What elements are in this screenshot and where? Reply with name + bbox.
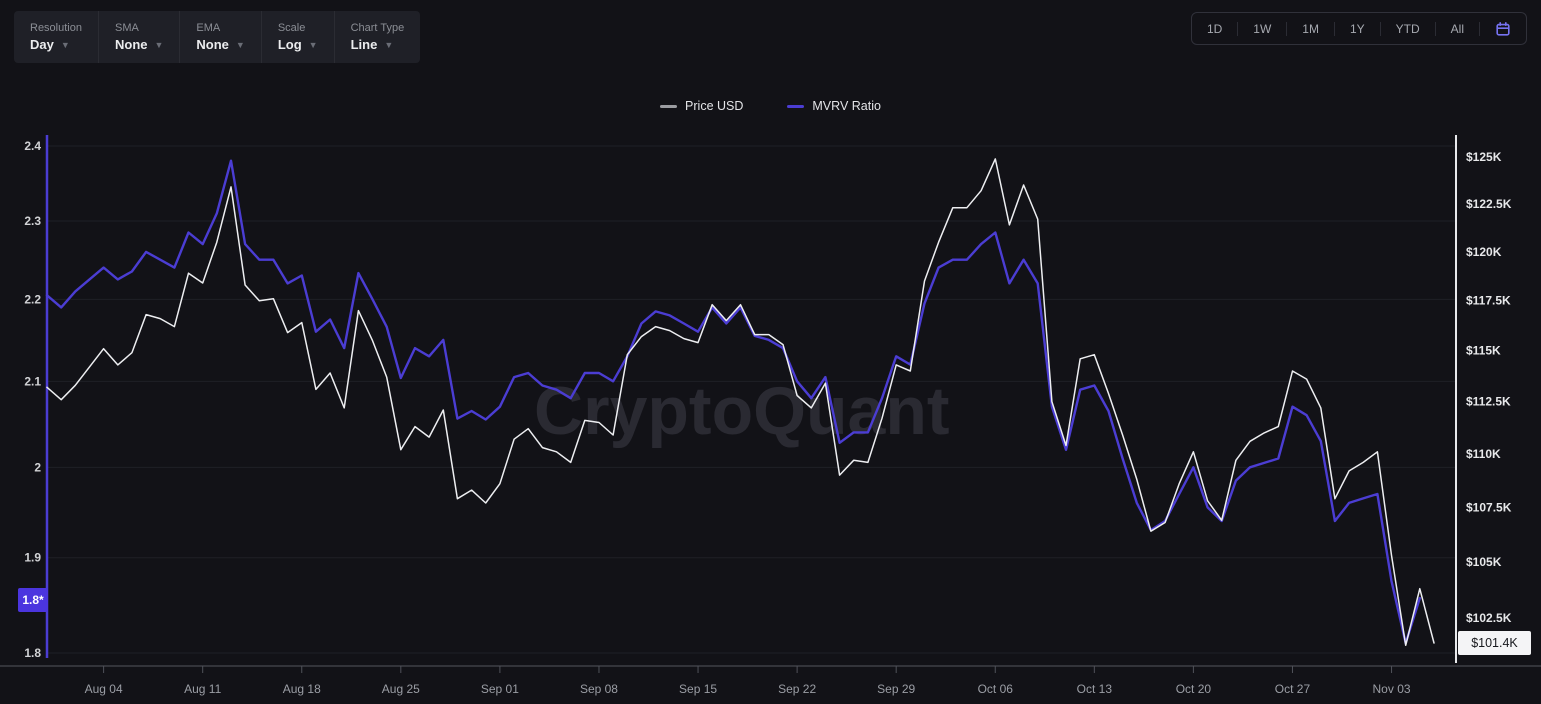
right-axis-tick-label: $125K xyxy=(1466,150,1502,164)
left-axis-tick-label: 2.2 xyxy=(24,292,41,306)
x-axis-tick-label: Sep 22 xyxy=(778,682,816,696)
right-axis-tick-label: $112.5K xyxy=(1466,395,1511,409)
left-axis-tick-label: 2.3 xyxy=(24,214,41,228)
x-axis-tick-label: Oct 13 xyxy=(1077,682,1113,696)
left-axis-tick-label: 2.4 xyxy=(24,139,41,153)
chart-canvas[interactable]: Aug 04 Aug 11 Aug 18 Aug 25 Sep 01 Sep 08 Sep … xyxy=(0,0,1541,704)
right-axis-tick-label: $122.5K xyxy=(1466,197,1512,211)
mvrv-last-value-badge: 1.8* xyxy=(18,588,48,612)
x-axis-tick-label: Oct 27 xyxy=(1275,682,1311,696)
price-usd-line xyxy=(47,159,1434,645)
x-axis-tick-label: Sep 15 xyxy=(679,682,717,696)
left-axis-tick-label: 2.1 xyxy=(24,374,41,388)
right-axis-tick-label: $120K xyxy=(1466,245,1502,259)
x-axis-tick-label: Sep 08 xyxy=(580,682,618,696)
x-axis-tick-label: Oct 06 xyxy=(978,682,1014,696)
right-axis-tick-label: $107.5K xyxy=(1466,500,1512,514)
right-axis-tick-label: $115K xyxy=(1466,344,1501,358)
right-axis-tick-label: $117.5K xyxy=(1466,294,1511,308)
left-axis-tick-label: 1.9 xyxy=(24,551,41,565)
x-axis-tick-label: Aug 18 xyxy=(283,682,321,696)
x-axis-tick-label: Aug 04 xyxy=(85,682,123,696)
x-axis-tick-label: Sep 29 xyxy=(877,682,915,696)
mvrv-ratio-line xyxy=(47,161,1420,644)
x-axis-tick-label: Oct 20 xyxy=(1176,682,1212,696)
price-last-value-badge: $101.4K xyxy=(1458,631,1531,655)
left-axis-tick-label: 1.8 xyxy=(24,646,41,660)
right-axis-tick-label: $102.5K xyxy=(1466,611,1512,625)
x-axis-tick-label: Sep 01 xyxy=(481,682,519,696)
left-axis-tick-label: 2 xyxy=(34,460,41,474)
right-axis-tick-label: $105K xyxy=(1466,555,1502,569)
right-axis-tick-label: $110K xyxy=(1466,447,1501,461)
x-axis-tick-label: Aug 25 xyxy=(382,682,420,696)
x-axis-tick-label: Nov 03 xyxy=(1373,682,1411,696)
x-axis-tick-label: Aug 11 xyxy=(184,682,221,696)
